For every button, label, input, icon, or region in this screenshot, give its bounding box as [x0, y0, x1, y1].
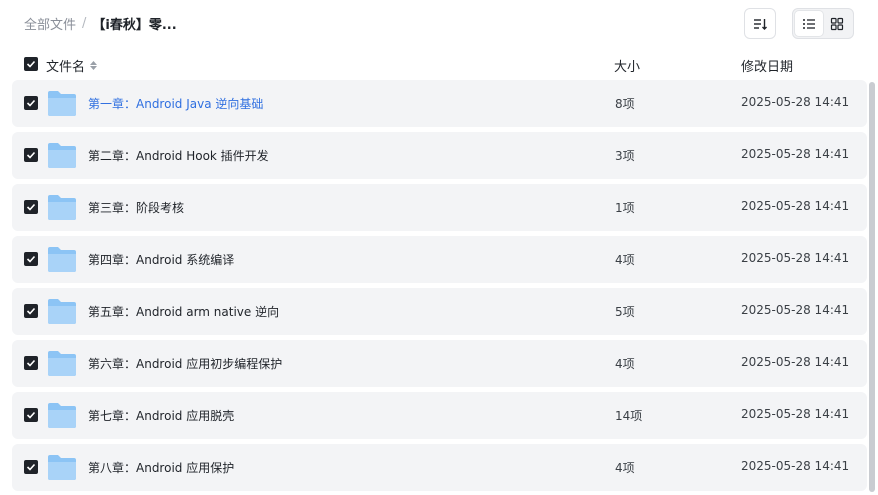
table-row[interactable]: 第三章：阶段考核 1项 2025-05-28 14:41 — [12, 184, 867, 231]
column-header-size[interactable]: 大小 — [614, 56, 640, 75]
file-name[interactable]: 第四章：Android 系统编译 — [88, 251, 234, 268]
breadcrumb: 全部文件 / 【i春秋】零... — [24, 14, 177, 33]
row-checkbox[interactable] — [24, 408, 38, 422]
file-name[interactable]: 第一章：Android Java 逆向基础 — [88, 95, 263, 112]
sort-icon — [754, 18, 767, 30]
table-row[interactable]: 第四章：Android 系统编译 4项 2025-05-28 14:41 — [12, 236, 867, 283]
view-toggle — [792, 8, 854, 39]
file-modified-date: 2025-05-28 14:41 — [741, 407, 850, 421]
row-checkbox[interactable] — [24, 460, 38, 474]
file-size: 1项 — [615, 201, 635, 215]
checkmark-icon — [26, 255, 36, 263]
folder-icon — [48, 403, 76, 428]
folder-icon — [48, 299, 76, 324]
row-checkbox[interactable] — [24, 200, 38, 214]
row-checkbox[interactable] — [24, 252, 38, 266]
table-row[interactable]: 第一章：Android Java 逆向基础 8项 2025-05-28 14:4… — [12, 80, 867, 127]
table-row[interactable]: 第六章：Android 应用初步编程保护 4项 2025-05-28 14:41 — [12, 340, 867, 387]
file-size: 4项 — [615, 253, 635, 267]
column-header-name-label: 文件名 — [46, 60, 86, 75]
checkmark-icon — [26, 151, 36, 159]
folder-icon — [48, 351, 76, 376]
file-name[interactable]: 第七章：Android 应用脱壳 — [88, 407, 234, 424]
table-header: 文件名 大小 修改日期 — [12, 50, 867, 78]
row-checkbox[interactable] — [24, 356, 38, 370]
file-size: 3项 — [615, 149, 635, 163]
checkmark-icon — [26, 307, 36, 315]
breadcrumb-current: 【i春秋】零... — [92, 18, 177, 33]
folder-icon — [48, 247, 76, 272]
folder-icon — [48, 143, 76, 168]
file-modified-date: 2025-05-28 14:41 — [741, 459, 850, 473]
select-all-checkbox[interactable] — [24, 57, 38, 71]
checkmark-icon — [26, 60, 36, 68]
column-header-modified[interactable]: 修改日期 — [741, 56, 793, 75]
list-view-icon — [803, 18, 815, 29]
top-bar: 全部文件 / 【i春秋】零... — [0, 0, 878, 48]
grid-view-button[interactable] — [823, 11, 851, 36]
breadcrumb-separator: / — [82, 16, 87, 31]
file-modified-date: 2025-05-28 14:41 — [741, 199, 850, 213]
checkmark-icon — [26, 359, 36, 367]
folder-icon — [48, 91, 76, 116]
table-row[interactable]: 第五章：Android arm native 逆向 5项 2025-05-28 … — [12, 288, 867, 335]
file-name[interactable]: 第三章：阶段考核 — [88, 199, 184, 216]
file-name[interactable]: 第二章：Android Hook 插件开发 — [88, 147, 269, 164]
breadcrumb-root-link[interactable]: 全部文件 — [24, 14, 76, 33]
table-row[interactable]: 第八章：Android 应用保护 4项 2025-05-28 14:41 — [12, 444, 867, 491]
vertical-scrollbar[interactable] — [869, 82, 875, 492]
file-size: 4项 — [615, 357, 635, 371]
sort-button[interactable] — [744, 8, 776, 39]
list-view-button[interactable] — [795, 11, 823, 36]
row-checkbox[interactable] — [24, 304, 38, 318]
file-modified-date: 2025-05-28 14:41 — [741, 95, 850, 109]
table-row[interactable]: 第二章：Android Hook 插件开发 3项 2025-05-28 14:4… — [12, 132, 867, 179]
file-size: 8项 — [615, 97, 635, 111]
sort-arrows-icon — [90, 61, 98, 70]
file-size: 14项 — [615, 409, 643, 423]
grid-view-icon — [830, 17, 844, 30]
folder-icon — [48, 195, 76, 220]
file-modified-date: 2025-05-28 14:41 — [741, 147, 850, 161]
row-checkbox[interactable] — [24, 96, 38, 110]
column-header-name[interactable]: 文件名 — [46, 56, 98, 75]
file-modified-date: 2025-05-28 14:41 — [741, 355, 850, 369]
file-name[interactable]: 第五章：Android arm native 逆向 — [88, 303, 279, 320]
file-modified-date: 2025-05-28 14:41 — [741, 251, 850, 265]
checkmark-icon — [26, 411, 36, 419]
file-name[interactable]: 第八章：Android 应用保护 — [88, 459, 234, 476]
file-size: 5项 — [615, 305, 635, 319]
checkmark-icon — [26, 99, 36, 107]
folder-icon — [48, 455, 76, 480]
file-name[interactable]: 第六章：Android 应用初步编程保护 — [88, 355, 282, 372]
file-size: 4项 — [615, 461, 635, 475]
row-checkbox[interactable] — [24, 148, 38, 162]
checkmark-icon — [26, 203, 36, 211]
table-row[interactable]: 第七章：Android 应用脱壳 14项 2025-05-28 14:41 — [12, 392, 867, 439]
file-modified-date: 2025-05-28 14:41 — [741, 303, 850, 317]
checkmark-icon — [26, 463, 36, 471]
